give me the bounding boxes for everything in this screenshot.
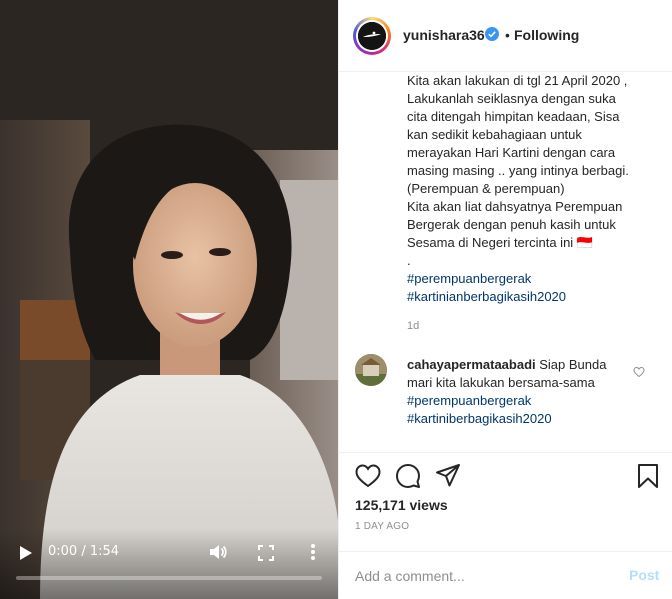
caption-line: kan sedikit kebahagiaan untuk — [407, 127, 582, 142]
share-send-icon[interactable] — [435, 463, 461, 489]
comment-text: mari kita lakukan bersama-sama — [407, 375, 595, 390]
comment-hashtag[interactable]: #perempuanbergerak — [407, 392, 627, 410]
profile-avatar[interactable] — [353, 17, 391, 55]
more-vertical-icon[interactable] — [306, 543, 320, 561]
post-details-pane: yunishara36 • Following Kita akan lakuka… — [338, 0, 672, 599]
caption-line: Bergerak dengan penuh kasih untuk — [407, 217, 616, 232]
caption-line: Sesama di Negeri tercinta ini 🇮🇩 — [407, 235, 593, 250]
post-actions: 125,171 views 1 DAY AGO Post — [339, 452, 672, 599]
avatar-logo-icon — [358, 22, 386, 50]
commenter-photo — [355, 354, 387, 386]
caption-line: . — [407, 253, 411, 268]
comment-hashtag[interactable]: #kartiniberbagikasih2020 — [407, 410, 627, 428]
video-frame — [0, 0, 338, 599]
bookmark-save-icon[interactable] — [635, 463, 661, 489]
video-controls-overlay — [0, 529, 338, 599]
caption-line: Kita akan lakukan di tgl 21 April 2020 , — [407, 73, 628, 88]
add-comment-input[interactable] — [355, 566, 595, 586]
post-header: yunishara36 • Following — [339, 0, 672, 72]
comment-text: Siap Bunda — [539, 357, 607, 372]
post-caption: Kita akan lakukan di tgl 21 April 2020 ,… — [407, 72, 667, 306]
video-progress-bar[interactable] — [16, 576, 322, 580]
caption-line: merayakan Hari Kartini dengan cara — [407, 145, 616, 160]
author-username[interactable]: yunishara36 — [403, 27, 485, 43]
commenter-avatar[interactable] — [355, 354, 387, 386]
header-separator: • — [505, 27, 510, 43]
volume-icon[interactable] — [208, 543, 228, 561]
caption-line: cita ditengah himpitan keadaan, Sisa — [407, 109, 620, 124]
post-comment-button[interactable]: Post — [629, 567, 659, 583]
caption-line: Lakukanlah seiklasnya dengan suka — [407, 91, 616, 106]
like-heart-icon[interactable] — [355, 463, 381, 489]
view-count[interactable]: 125,171 views — [355, 497, 448, 513]
caption-line: masing masing .. yang intinya berbagi. — [407, 163, 629, 178]
caption-hashtag[interactable]: #kartinianberbagikasih2020 — [407, 288, 667, 306]
play-icon[interactable] — [16, 544, 34, 562]
add-comment-section: Post — [339, 551, 672, 599]
post-date[interactable]: 1 DAY AGO — [355, 521, 409, 532]
video-time: 0:00 / 1:54 — [48, 544, 120, 559]
caption-line: (Perempuan & perempuan) — [407, 181, 565, 196]
comment-bubble-icon[interactable] — [395, 463, 421, 489]
caption-hashtag[interactable]: #perempuanbergerak — [407, 270, 667, 288]
comment-like-icon[interactable] — [633, 366, 645, 378]
caption-line: Kita akan liat dahsyatnya Perempuan — [407, 199, 623, 214]
caption-timestamp[interactable]: 1d — [407, 320, 419, 332]
verified-badge-icon — [485, 27, 499, 41]
video-player[interactable]: 0:00 / 1:54 — [0, 0, 338, 599]
fullscreen-icon[interactable] — [258, 545, 274, 561]
comment-username[interactable]: cahayapermataabadi — [407, 357, 536, 372]
following-button[interactable]: Following — [514, 27, 579, 43]
comment-item: cahayapermataabadi Siap Bunda mari kita … — [407, 356, 627, 428]
